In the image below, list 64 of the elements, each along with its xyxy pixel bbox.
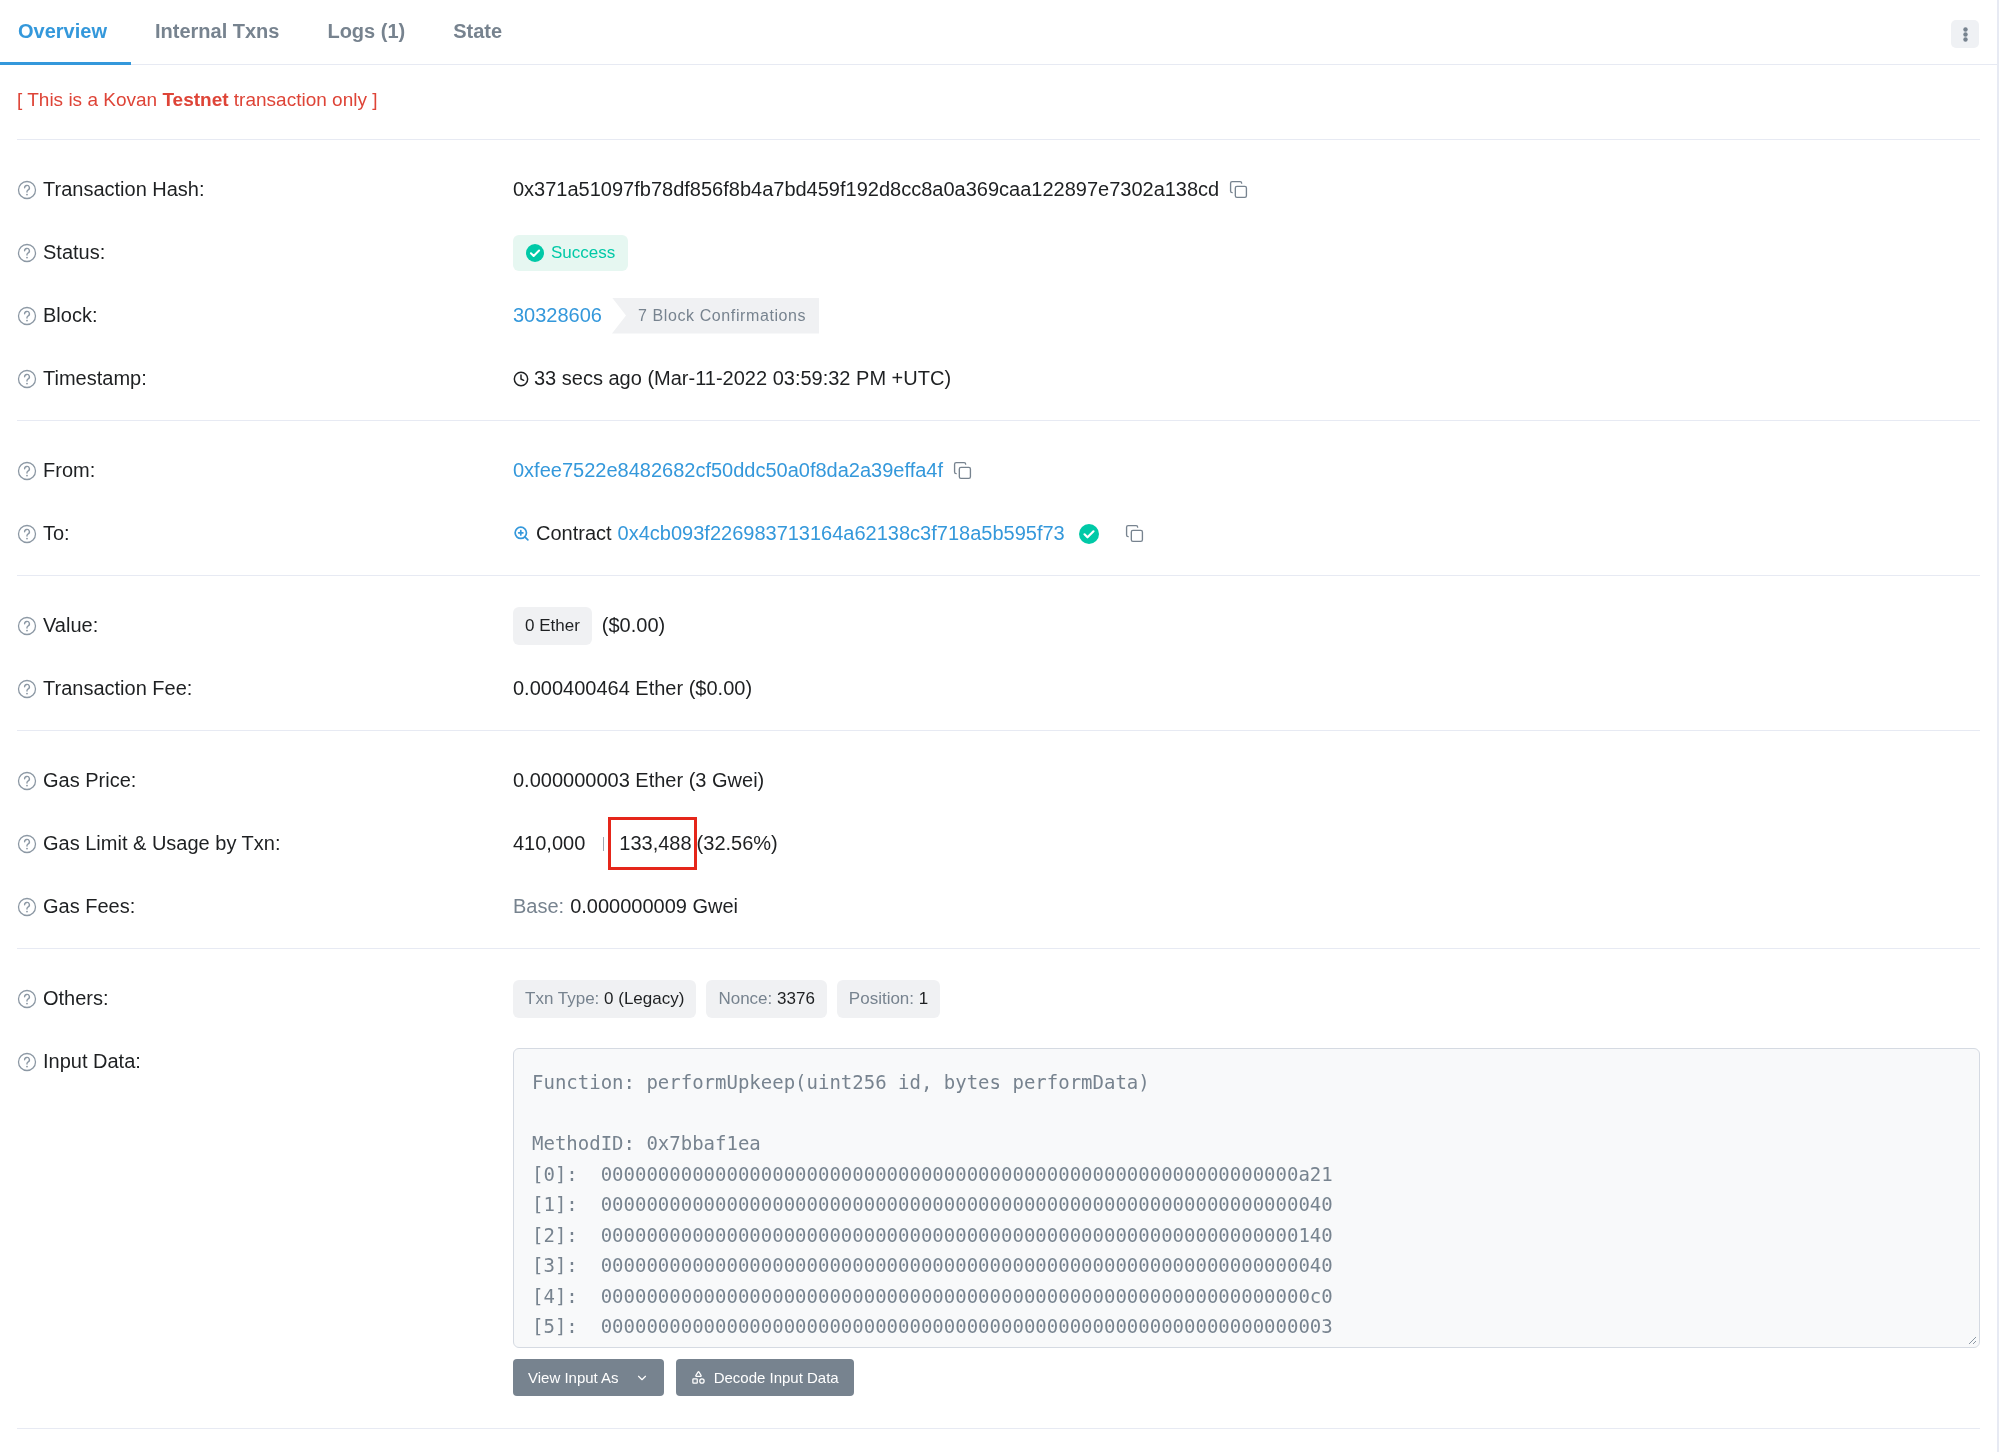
tab[interactable]: Overview bbox=[0, 0, 131, 65]
gas-used: 133,488 bbox=[608, 817, 697, 870]
tab[interactable]: State bbox=[435, 0, 527, 65]
info-badge: Nonce: 3376 bbox=[706, 979, 827, 1018]
help-icon bbox=[17, 179, 37, 200]
more-menu-button[interactable] bbox=[1951, 20, 1979, 48]
help-icon bbox=[17, 770, 37, 791]
help-icon bbox=[17, 242, 37, 263]
testnet-notice: [ This is a Kovan Testnet transaction only ] bbox=[16, 88, 379, 112]
field-label: Others: bbox=[43, 987, 109, 1010]
field-label: Input Data: bbox=[43, 1050, 141, 1073]
view-input-button[interactable]: View Input As bbox=[513, 1359, 664, 1396]
help-icon bbox=[17, 1051, 37, 1072]
help-icon bbox=[17, 615, 37, 636]
gas-limit: 410,000 bbox=[513, 832, 586, 855]
info-badge: Position: 1 bbox=[836, 979, 941, 1018]
check-circle-icon bbox=[526, 243, 544, 262]
resize-grip-icon[interactable] bbox=[1967, 1335, 1977, 1345]
tab[interactable]: Logs (1) bbox=[309, 0, 430, 65]
gas-percent: (32.56%) bbox=[696, 832, 778, 855]
base-fee: 0.000000009 Gwei bbox=[570, 895, 739, 918]
amount-badge: 0 Ether bbox=[513, 606, 592, 645]
help-icon bbox=[17, 460, 37, 481]
usd-value: ($0.00) bbox=[601, 614, 666, 637]
help-icon bbox=[17, 896, 37, 917]
field-label: To: bbox=[43, 522, 70, 545]
field-label: Block: bbox=[43, 304, 98, 327]
help-icon bbox=[17, 833, 37, 854]
clock-icon bbox=[513, 370, 529, 387]
help-icon bbox=[17, 678, 37, 699]
help-icon bbox=[17, 988, 37, 1009]
input-data-field[interactable]: Function: performUpkeep(uint256 id, bytes performData) MethodID: 0x7bbaf1ea [0]: 0000000000000000000000000000000000000000000000000000000000000a21 [1]: 0000000000000000000000000000000000000000000000000000000000000040 [2]: 0000000000000000000000000000000000000000000000000000000000000140 [3]: 0000000000000000000000000000000000000000000000000000000000000040 [4]: 00000000000000000000000000000000000000000000000000000000000000c0 [5]: 0000000000000000000000000000000000000000000000000000000000000003 bbox=[513, 1048, 1980, 1348]
field-label: Transaction Fee: bbox=[43, 677, 193, 700]
help-icon bbox=[17, 305, 37, 326]
shapes-icon bbox=[690, 1370, 706, 1385]
field-label: Gas Limit & Usage by Txn: bbox=[43, 832, 281, 855]
help-icon bbox=[17, 523, 37, 544]
field-label: Status: bbox=[43, 241, 106, 264]
decode-button[interactable]: Decode Input Data bbox=[675, 1359, 854, 1396]
info-badge: Txn Type: 0 (Legacy) bbox=[513, 979, 697, 1018]
block-link[interactable]: 30328606 bbox=[513, 304, 602, 327]
field-label: Gas Price: bbox=[43, 769, 137, 792]
address-link[interactable]: 0xfee7522e8482682cf50ddc50a0f8da2a39effa4f bbox=[513, 459, 944, 482]
zoom-icon bbox=[513, 525, 530, 542]
copy-button[interactable] bbox=[1229, 180, 1249, 199]
status-badge: Success bbox=[513, 234, 629, 271]
field-label: Value: bbox=[43, 614, 99, 637]
base-label: Base: bbox=[513, 895, 565, 918]
field-label: Transaction Hash: bbox=[43, 178, 205, 201]
field-label: From: bbox=[43, 459, 96, 482]
copy-button[interactable] bbox=[953, 461, 973, 480]
transaction-hash: 0x371a51097fb78df856f8b4a7bd459f192d8cc8a0a369caa122897e7302a138cd bbox=[513, 178, 1220, 201]
address-link[interactable]: 0x4cb093f226983713164a62138c3f718a5b595f73 bbox=[617, 522, 1065, 545]
field-label: Timestamp: bbox=[43, 367, 147, 390]
tab[interactable]: Internal Txns bbox=[136, 0, 304, 65]
confirmations-badge: 7 Block Confirmations bbox=[612, 297, 820, 334]
field-label: Gas Fees: bbox=[43, 895, 136, 918]
contract-label: Contract bbox=[536, 522, 612, 545]
help-icon bbox=[17, 368, 37, 389]
timestamp-text: 33 secs ago (Mar-11-2022 03:59:32 PM +UTC) bbox=[534, 367, 952, 390]
field-value: 0.000400464 Ether ($0.00) bbox=[513, 677, 753, 700]
field-value: 0.000000003 Ether (3 Gwei) bbox=[513, 769, 765, 792]
more-icon bbox=[1962, 26, 1968, 42]
copy-button[interactable] bbox=[1124, 524, 1144, 543]
